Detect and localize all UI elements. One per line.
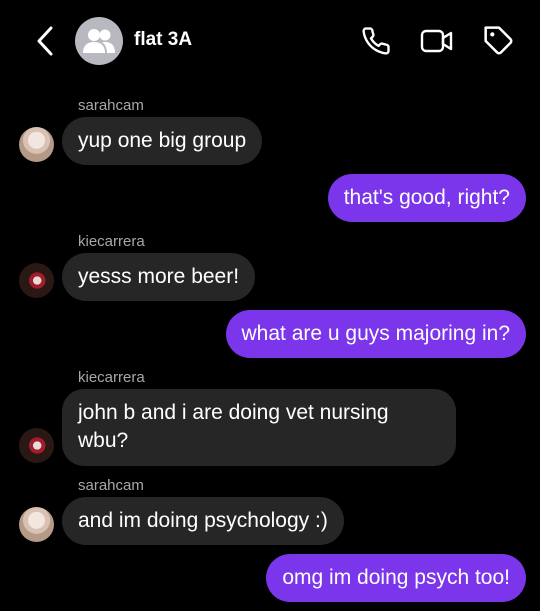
- outgoing-message-bubble[interactable]: that's good, right?: [327, 174, 526, 222]
- tag-icon: [484, 26, 513, 55]
- message-text-line: john b and i are doing vet nursing: [78, 401, 389, 424]
- outgoing-message-bubble[interactable]: what are u guys majoring in?: [225, 310, 526, 358]
- video-call-button[interactable]: [420, 24, 454, 58]
- avatar[interactable]: [19, 507, 54, 542]
- incoming-message-bubble[interactable]: yup one big group: [62, 117, 263, 165]
- call-button[interactable]: [359, 24, 393, 58]
- avatar[interactable]: [19, 127, 54, 162]
- group-avatar[interactable]: [75, 17, 123, 65]
- chevron-left-icon: [37, 26, 53, 56]
- chat-screen: flat 3A sarahcam yup one big group that'…: [0, 0, 540, 611]
- chat-header: flat 3A: [0, 0, 540, 82]
- phone-icon: [362, 27, 390, 55]
- sender-name: kiecarrera: [78, 233, 145, 250]
- message-text-line: wbu?: [78, 429, 129, 452]
- back-button[interactable]: [28, 22, 62, 60]
- chat-title[interactable]: flat 3A: [134, 29, 192, 51]
- incoming-message-bubble[interactable]: john b and i are doing vet nursing wbu?: [62, 389, 456, 466]
- sender-name: kiecarrera: [78, 369, 145, 386]
- sender-name: sarahcam: [78, 97, 144, 114]
- incoming-message-bubble[interactable]: and im doing psychology :): [62, 497, 344, 545]
- sender-name: sarahcam: [78, 477, 144, 494]
- outgoing-message-bubble[interactable]: omg im doing psych too!: [266, 554, 526, 602]
- avatar[interactable]: [19, 263, 54, 298]
- tag-button[interactable]: [482, 24, 516, 58]
- avatar[interactable]: [19, 428, 54, 463]
- group-avatar-icon: [83, 29, 115, 53]
- video-camera-icon: [420, 29, 453, 53]
- incoming-message-bubble[interactable]: yesss more beer!: [62, 253, 256, 301]
